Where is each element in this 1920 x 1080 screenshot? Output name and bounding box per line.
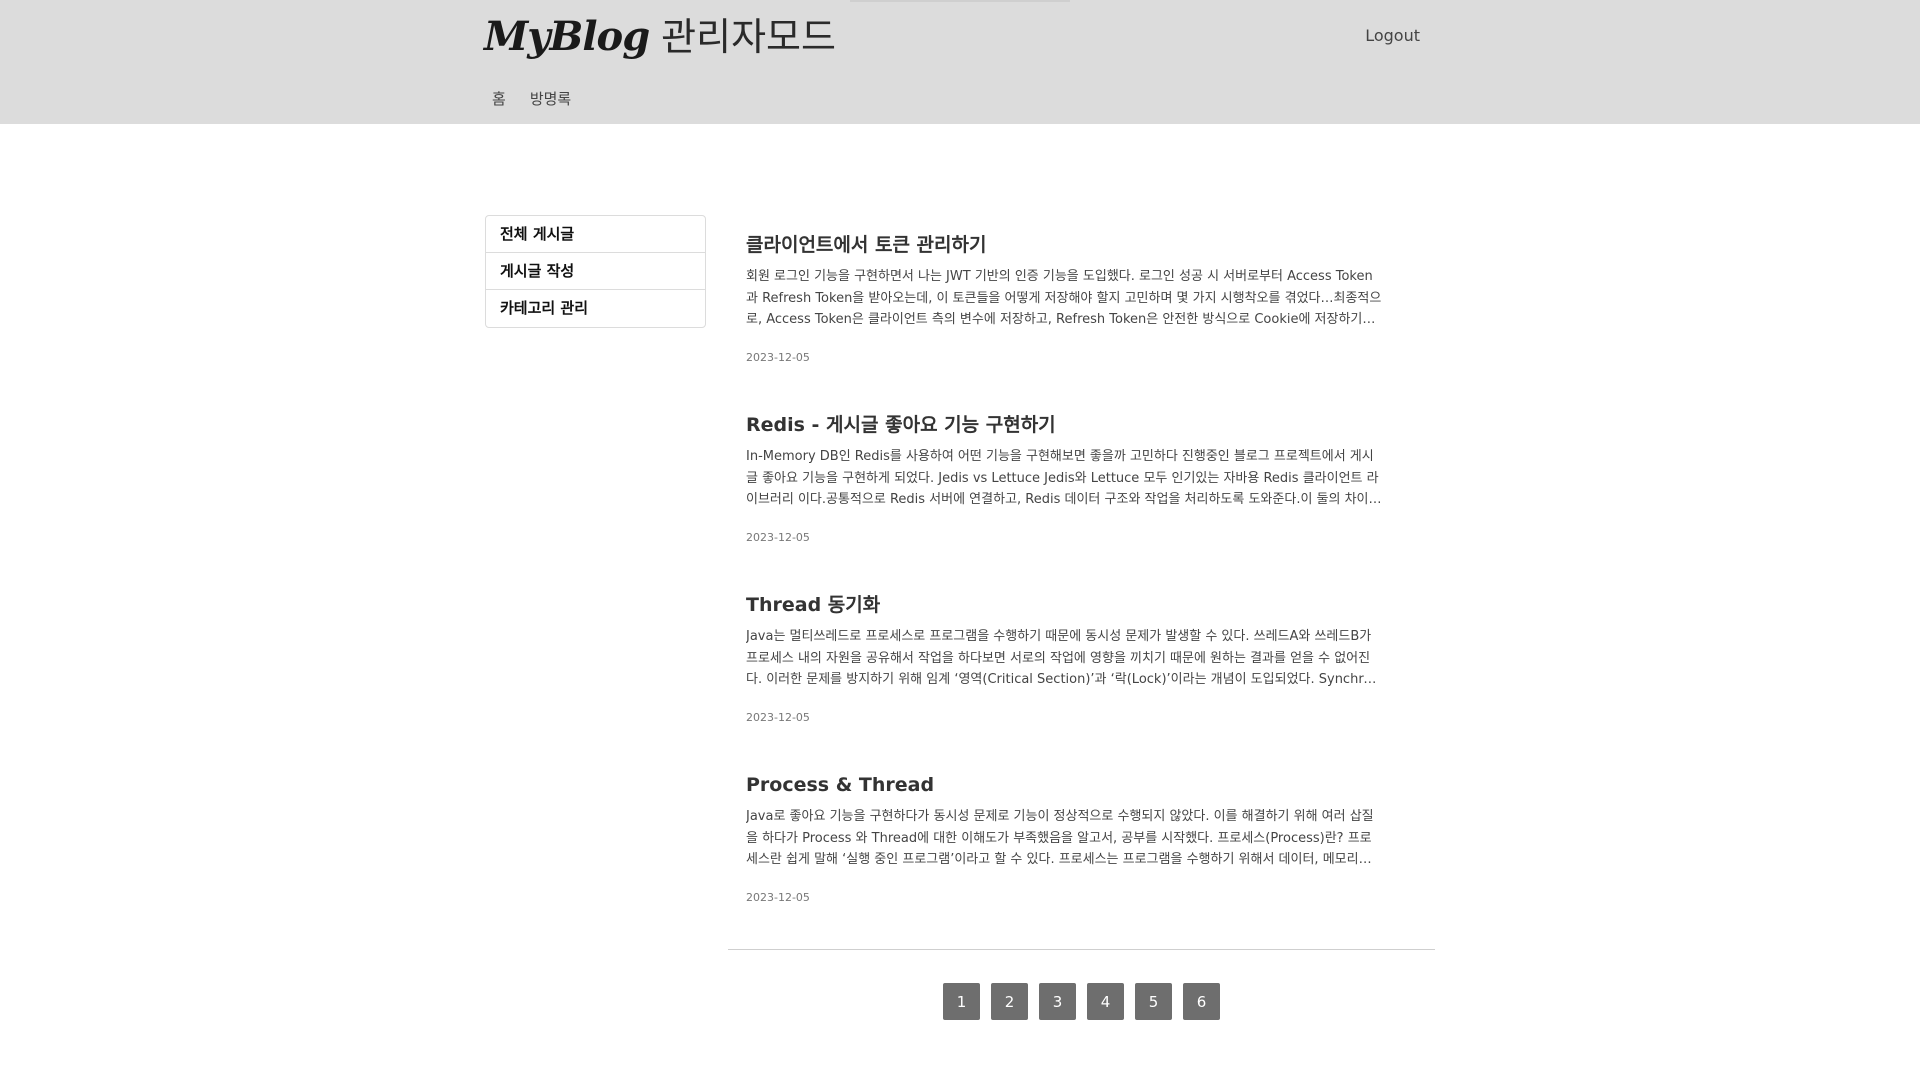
page-button-6[interactable]: 6 bbox=[1183, 983, 1220, 1020]
post-date: 2023-12-05 bbox=[746, 891, 810, 904]
header-accent-bar bbox=[850, 0, 1070, 2]
top-nav: 홈 방명록 bbox=[492, 88, 571, 109]
nav-item-home[interactable]: 홈 bbox=[492, 88, 506, 109]
post-title[interactable]: Process & Thread bbox=[746, 770, 1382, 800]
post-title[interactable]: 클라이언트에서 토큰 관리하기 bbox=[746, 230, 1382, 260]
page-button-4[interactable]: 4 bbox=[1087, 983, 1124, 1020]
post-date: 2023-12-05 bbox=[746, 711, 810, 724]
brand[interactable]: MyBlog 관리자모드 bbox=[484, 6, 836, 62]
post-date: 2023-12-05 bbox=[746, 351, 810, 364]
page-button-3[interactable]: 3 bbox=[1039, 983, 1076, 1020]
post-excerpt: 회원 로그인 기능을 구현하면서 나는 JWT 기반의 인증 기능을 도입했다.… bbox=[746, 269, 1382, 327]
admin-mode-label: 관리자모드 bbox=[661, 15, 836, 59]
page-button-2[interactable]: 2 bbox=[991, 983, 1028, 1020]
sidebar-item-category-manage[interactable]: 카테고리 관리 bbox=[486, 290, 705, 327]
post-item[interactable]: Thread 동기화 Java는 멀티쓰레드로 프로세스로 프로그램을 수행하기… bbox=[746, 590, 1382, 770]
page-button-1[interactable]: 1 bbox=[943, 983, 980, 1020]
post-excerpt: Java로 좋아요 기능을 구현하다가 동시성 문제로 기능이 정상적으로 수행… bbox=[746, 809, 1374, 867]
post-list: 클라이언트에서 토큰 관리하기 회원 로그인 기능을 구현하면서 나는 JWT … bbox=[746, 230, 1382, 950]
content-divider bbox=[728, 949, 1435, 950]
page-button-5[interactable]: 5 bbox=[1135, 983, 1172, 1020]
post-item[interactable]: Redis - 게시글 좋아요 기능 구현하기 In-Memory DB인 Re… bbox=[746, 410, 1382, 590]
logout-link[interactable]: Logout bbox=[1365, 26, 1420, 45]
post-excerpt: Java는 멀티쓰레드로 프로세스로 프로그램을 수행하기 때문에 동시성 문제… bbox=[746, 629, 1380, 687]
post-excerpt: In-Memory DB인 Redis를 사용하여 어떤 기능을 구현해보면 좋… bbox=[746, 449, 1381, 507]
post-date: 2023-12-05 bbox=[746, 531, 810, 544]
brand-logo[interactable]: MyBlog bbox=[484, 13, 650, 60]
sidebar-item-write-post[interactable]: 게시글 작성 bbox=[486, 253, 705, 290]
post-title[interactable]: Redis - 게시글 좋아요 기능 구현하기 bbox=[746, 410, 1382, 440]
post-title[interactable]: Thread 동기화 bbox=[746, 590, 1382, 620]
pagination: 1 2 3 4 5 6 bbox=[943, 983, 1220, 1020]
admin-sidebar: 전체 게시글 게시글 작성 카테고리 관리 bbox=[485, 215, 706, 328]
sidebar-item-all-posts[interactable]: 전체 게시글 bbox=[486, 216, 705, 253]
post-item[interactable]: 클라이언트에서 토큰 관리하기 회원 로그인 기능을 구현하면서 나는 JWT … bbox=[746, 230, 1382, 410]
post-item[interactable]: Process & Thread Java로 좋아요 기능을 구현하다가 동시성… bbox=[746, 770, 1382, 950]
site-header: MyBlog 관리자모드 Logout 홈 방명록 bbox=[0, 0, 1920, 124]
nav-item-guestbook[interactable]: 방명록 bbox=[530, 88, 571, 109]
